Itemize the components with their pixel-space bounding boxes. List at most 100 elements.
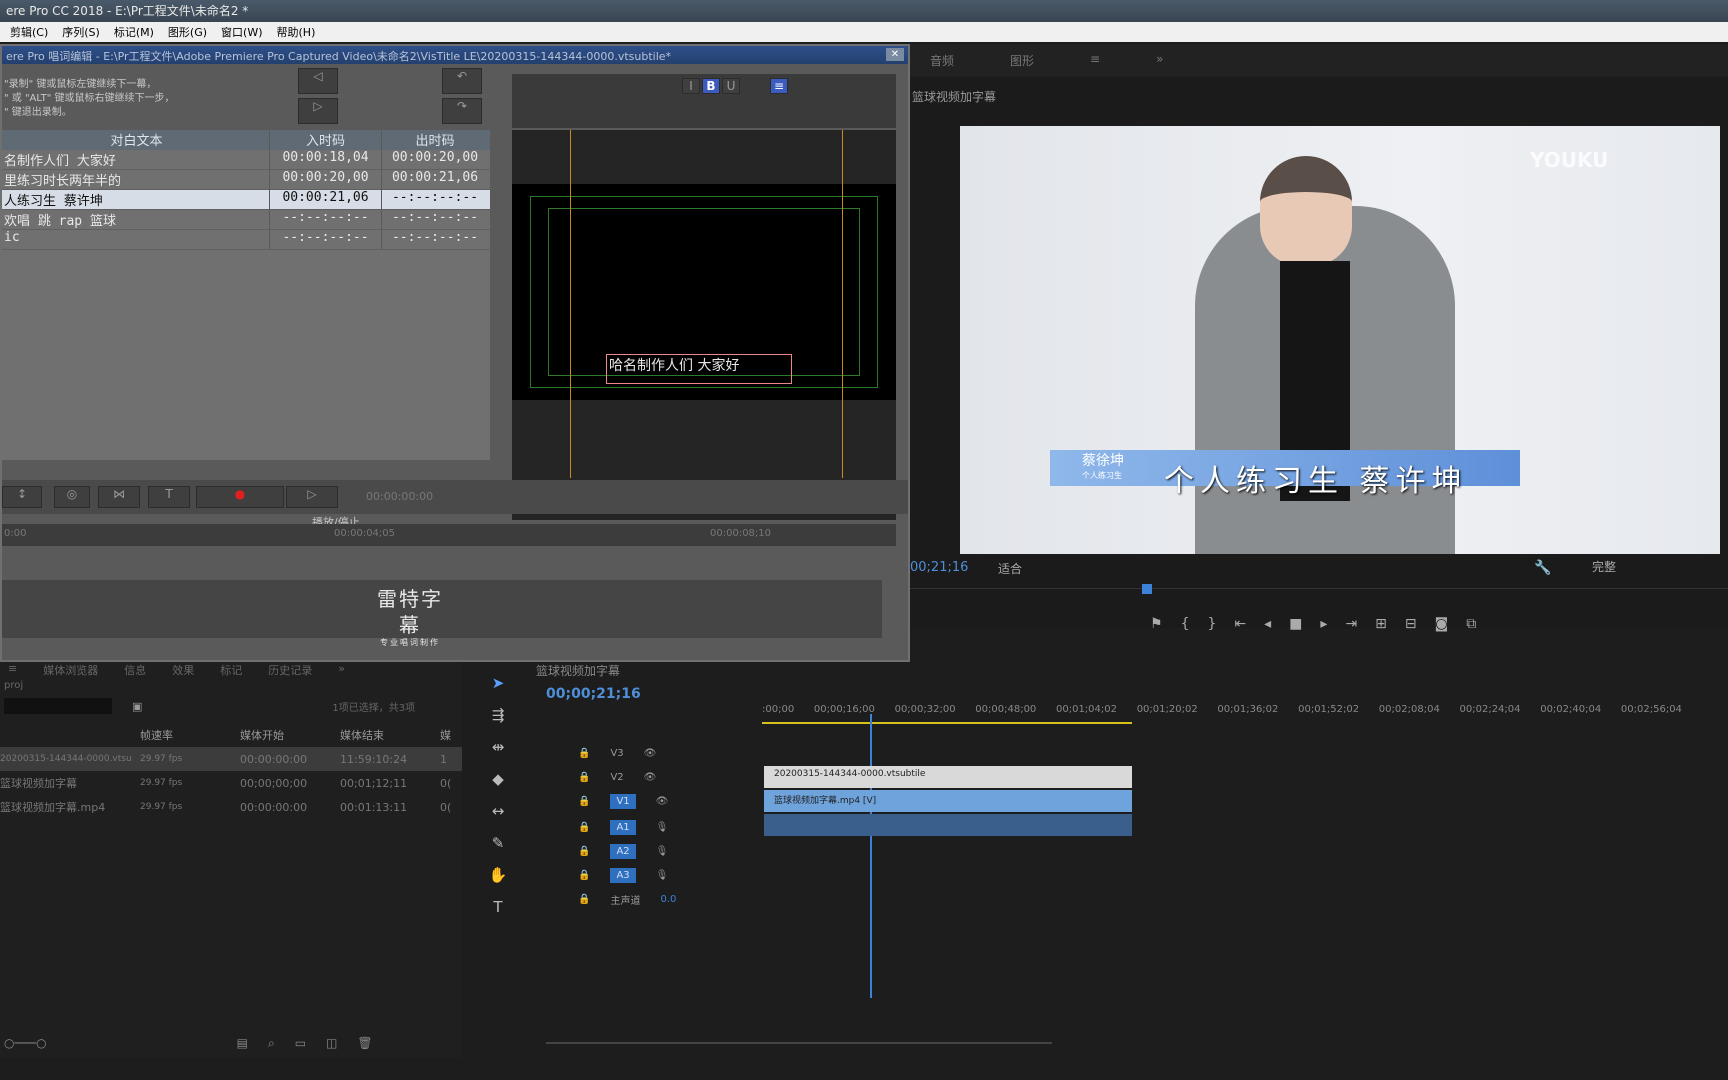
pen-icon[interactable]: ✎ [492,834,505,852]
list-item[interactable]: 欢唱 跳 rap 篮球 --:--:--:-- --:--:--:-- [2,210,490,230]
tool-icon[interactable]: ◎ [54,486,90,508]
playhead-icon[interactable] [1142,584,1152,594]
tool-icon[interactable]: ⋈ [98,486,140,508]
col-media-start[interactable]: 媒体开始 [240,727,340,743]
lock-icon[interactable]: 🔒 [578,894,590,905]
track-header-a2[interactable]: 🔒 A2 🎙 [530,840,760,862]
master-value[interactable]: 0.0 [660,894,676,905]
menu-markers[interactable]: 标记(M) [114,24,154,40]
list-item[interactable]: 里练习时长两年半的 00:00:20,00 00:00:21,06 [2,170,490,190]
lock-icon[interactable]: 🔒 [578,748,590,759]
new-item-icon[interactable]: ◫ [326,1036,337,1051]
text-box[interactable]: 哈名制作人们 大家好 [606,354,792,384]
camera-icon[interactable]: ◙ [1435,616,1449,632]
scrub-bar[interactable] [910,588,1728,589]
mic-icon[interactable]: 🎙 [656,846,669,857]
col-text[interactable]: 对白文本 [2,130,270,150]
menu-window[interactable]: 窗口(W) [221,24,262,40]
align-center-icon[interactable]: ≡ [770,78,788,94]
fit-dropdown[interactable]: 适合 [998,560,1022,577]
undo-icon[interactable]: ↶ [442,68,482,94]
work-area-bar[interactable] [762,722,1132,724]
timeline-ruler[interactable]: :00;00 00;00;16;00 00;00;32;00 00;00;48;… [762,704,1682,718]
search-input[interactable] [4,698,112,714]
mark-in-icon[interactable]: { [1181,616,1190,632]
master-track[interactable]: 🔒 主声道 0.0 [530,888,760,910]
project-item[interactable]: 20200315-144344-0000.vtsu 29.97 fps 00:0… [0,747,462,771]
timeline-playhead[interactable] [870,714,872,998]
mark-out-icon[interactable]: } [1207,616,1216,632]
insert-icon[interactable]: ⊞ [1375,616,1387,632]
slip-icon[interactable]: ↔ [492,802,505,820]
subtitle-ruler[interactable]: 0:00 00:00:04;05 00:00:08;10 [2,524,896,546]
menu-clip[interactable]: 剪辑(C) [10,24,48,40]
tab-graphics[interactable]: 图形 [1010,52,1034,68]
tab-audio[interactable]: 音频 [930,52,954,68]
selection-tool-icon[interactable]: ➤ [492,674,505,692]
lock-icon[interactable]: 🔒 [578,870,590,881]
list-item[interactable]: 人练习生 蔡许坤 00:00:21,06 --:--:--:-- [2,190,490,210]
compare-icon[interactable]: ⧉ [1466,616,1476,632]
clip-subtitle[interactable]: 20200315-144344-0000.vtsubtile [764,766,1132,788]
tab-project-menu[interactable]: ≡ [8,662,17,675]
eye-icon[interactable]: 👁 [644,772,657,783]
redo-icon[interactable]: ↷ [442,98,482,124]
eye-icon[interactable]: 👁 [644,748,657,759]
mic-icon[interactable]: 🎙 [656,870,669,881]
tab-overflow-icon[interactable]: » [1156,52,1163,68]
ripple-edit-icon[interactable]: ⇹ [492,738,505,756]
razor-icon[interactable]: ◆ [492,770,504,788]
step-back-icon[interactable]: ◂ [1264,616,1271,632]
timeline-timecode[interactable]: 00;00;21;16 [546,686,641,702]
track-header-a1[interactable]: 🔒 A1 🎙 [530,816,760,838]
track-header-v3[interactable]: 🔒 V3 👁 [530,742,760,764]
find-icon[interactable]: ⌕ [268,1036,275,1051]
marker-icon[interactable]: ⚑ [1150,616,1163,632]
list-item[interactable]: ic --:--:--:-- --:--:--:-- [2,230,490,250]
hand-icon[interactable]: ✋ [489,866,508,884]
step-forward-icon[interactable]: ▸ [1320,616,1327,632]
next-icon[interactable]: ▷ [298,98,338,124]
timeline-title[interactable]: 篮球视频加字幕 [536,662,620,679]
clip-video[interactable]: 篮球视频加字幕.mp4 [V] [764,790,1132,812]
col-fps[interactable]: 帧速率 [140,727,240,743]
tab-markers[interactable]: 标记 [220,662,242,677]
clip-audio[interactable] [764,814,1132,836]
type-tool-icon[interactable]: T [493,898,502,916]
stepper[interactable]: ↕ [2,486,42,508]
tab-overflow[interactable]: » [338,662,345,675]
lock-icon[interactable]: 🔒 [578,846,590,857]
zoom-slider[interactable]: ○───○ [4,1036,47,1051]
col-extra[interactable]: 媒 [440,727,460,743]
tab-history[interactable]: 历史记录 [268,662,312,677]
track-header-v1[interactable]: 🔒 V1 👁 [530,790,760,812]
text-tool-icon[interactable]: T [148,486,190,508]
lock-icon[interactable]: 🔒 [578,822,590,833]
lock-icon[interactable]: 🔒 [578,796,590,807]
stop-icon[interactable]: ■ [1289,616,1302,632]
prev-icon[interactable]: ◁ [298,68,338,94]
tab-info[interactable]: 信息 [124,662,146,677]
list-item[interactable]: 名制作人们 大家好 00:00:18,04 00:00:20,00 [2,150,490,170]
bold-icon[interactable]: B [702,78,720,94]
eye-icon[interactable]: 👁 [656,796,669,807]
track-select-icon[interactable]: ⇶ [492,706,505,724]
new-bin-icon[interactable]: ▭ [295,1036,306,1051]
program-timecode[interactable]: 00;21;16 [910,560,968,575]
wrench-icon[interactable]: 🔧 [1534,560,1551,576]
goto-in-icon[interactable]: ⇤ [1234,616,1246,632]
menu-help[interactable]: 帮助(H) [277,24,316,40]
menu-graphics[interactable]: 图形(G) [168,24,207,40]
col-in[interactable]: 入时码 [270,130,382,150]
col-media-end[interactable]: 媒体结束 [340,727,440,743]
lock-icon[interactable]: 🔒 [578,772,590,783]
col-out[interactable]: 出时码 [382,130,488,150]
storyboard-icon[interactable]: ▤ [237,1036,248,1051]
program-monitor-label[interactable]: 篮球视频加字幕 [912,88,996,105]
tab-effects[interactable]: 效果 [172,662,194,677]
tab-media-browser[interactable]: 媒体浏览器 [43,662,98,677]
close-icon[interactable]: ✕ [886,48,904,61]
italic-icon[interactable]: I [682,78,700,94]
project-item[interactable]: 篮球视频加字幕.mp4 29.97 fps 00:00:00:00 00:01:… [0,795,462,819]
quality-dropdown[interactable]: 完整 [1592,558,1616,575]
